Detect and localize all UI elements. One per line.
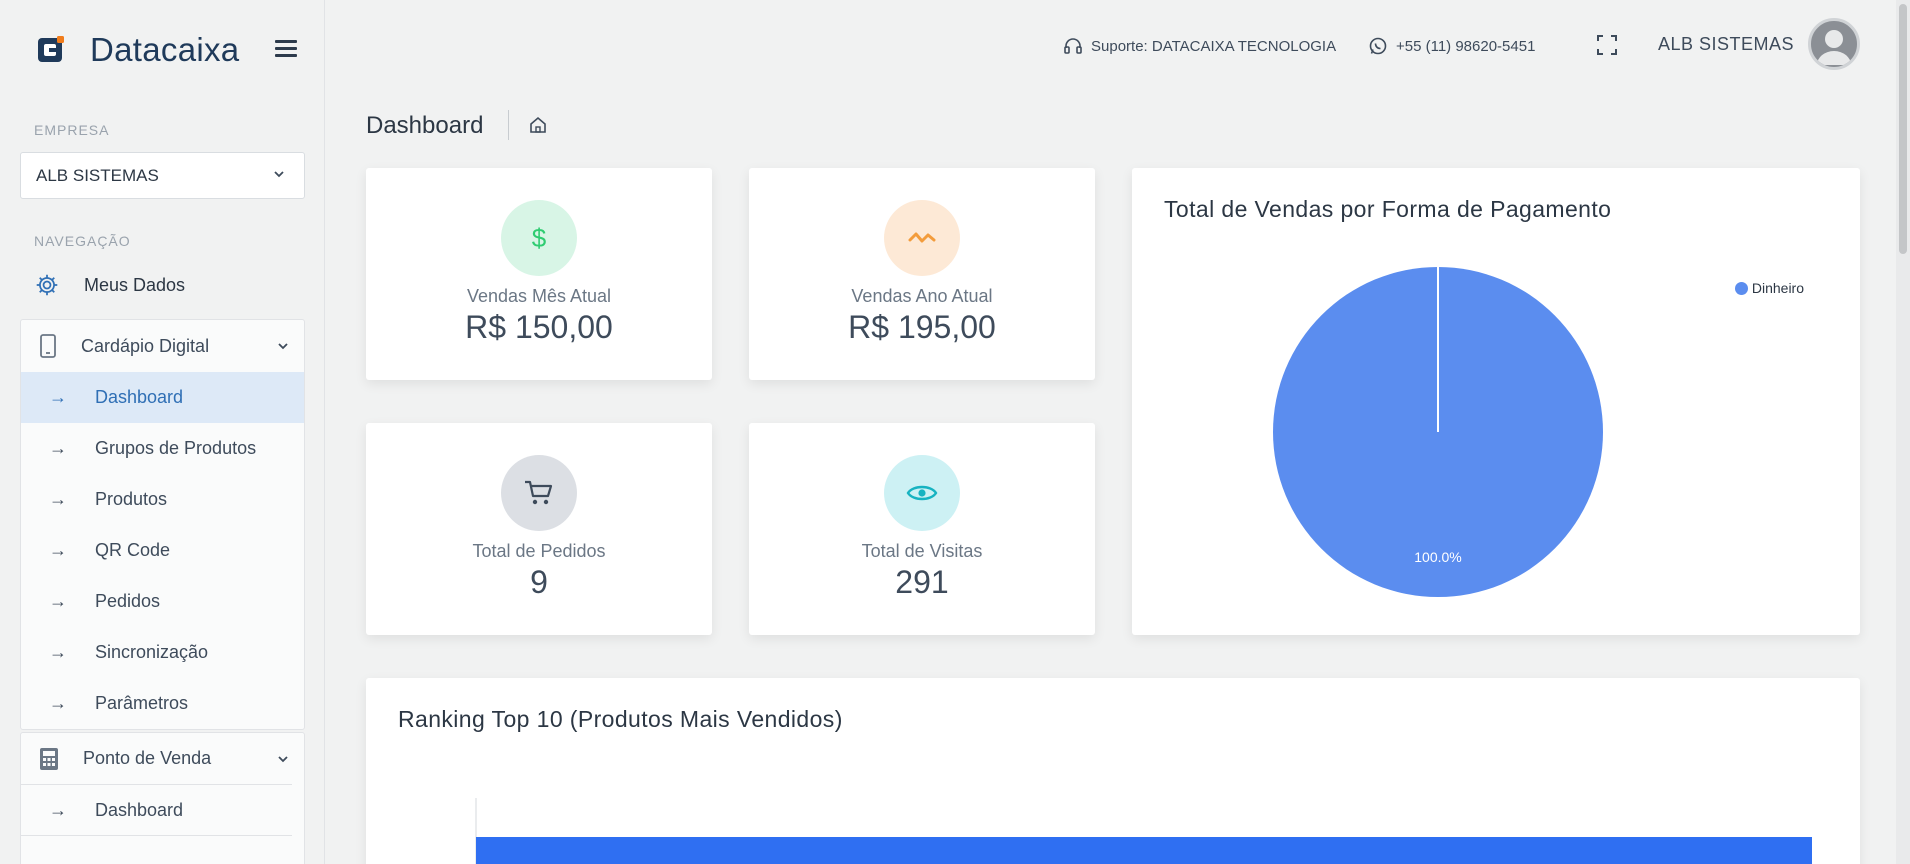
- sidebar-item-grupos-produtos[interactable]: → Grupos de Produtos: [21, 423, 304, 474]
- stat-label: Vendas Mês Atual: [466, 286, 612, 306]
- fullscreen-icon[interactable]: [1596, 34, 1618, 56]
- sidebar-item-meus-dados[interactable]: Meus Dados: [34, 272, 185, 298]
- sidebar-item-sincronizacao[interactable]: → Sincronização: [21, 627, 304, 678]
- stat-value: 9: [530, 564, 548, 600]
- sidebar-item-qr-code[interactable]: → QR Code: [21, 525, 304, 576]
- arrow-right-icon: →: [49, 799, 67, 820]
- title-divider: [508, 110, 509, 140]
- svg-text:$: $: [532, 223, 547, 253]
- support-text: Suporte: DATACAIXA TECNOLOGIA: [1091, 37, 1337, 55]
- pdv-group-header[interactable]: Ponto de Venda: [21, 733, 292, 785]
- stat-value: R$ 195,00: [848, 309, 996, 345]
- arrow-right-icon: →: [49, 642, 67, 662]
- scrollbar-thumb[interactable]: [1899, 4, 1907, 254]
- cardapio-group: Cardápio Digital → Dashboard → Grupos de…: [20, 319, 305, 730]
- stat-card-vendas-mes: $ Vendas Mês Atual R$ 150,00: [366, 168, 712, 380]
- sidebar: Datacaixa EMPRESA ALB SISTEMAS NAVEGAÇÃO…: [0, 0, 325, 864]
- ranking-chart-card: Ranking Top 10 (Produtos Mais Vendidos): [366, 678, 1860, 864]
- support-link[interactable]: Suporte: DATACAIXA TECNOLOGIA: [1063, 36, 1336, 56]
- user-name[interactable]: ALB SISTEMAS: [1658, 34, 1794, 55]
- sidebar-item-pedidos[interactable]: → Pedidos: [21, 576, 304, 627]
- menu-toggle-icon[interactable]: [275, 40, 297, 60]
- cardapio-group-header[interactable]: Cardápio Digital: [21, 320, 304, 372]
- cardapio-group-title: Cardápio Digital: [81, 335, 210, 356]
- pie-slice[interactable]: [1273, 267, 1603, 597]
- arrow-right-icon: →: [49, 438, 67, 458]
- stat-label: Total de Visitas: [861, 541, 983, 561]
- arrow-right-icon: →: [49, 489, 67, 509]
- arrow-right-icon: →: [49, 540, 67, 560]
- sidebar-item-pdv-dashboard[interactable]: → Dashboard: [21, 785, 292, 836]
- pie-legend[interactable]: Dinheiro: [1734, 280, 1804, 296]
- pie-data-label: 100.0%: [1414, 549, 1461, 565]
- arrow-right-icon: →: [49, 591, 67, 611]
- smartphone-icon: [40, 334, 56, 358]
- stat-label: Vendas Ano Atual: [851, 286, 993, 306]
- phone-text: +55 (11) 98620-5451: [1396, 37, 1536, 55]
- empresa-select-value: ALB SISTEMAS: [36, 165, 159, 185]
- datacaixa-logo-icon: [38, 36, 64, 62]
- pie-chart-title: Total de Vendas por Forma de Pagamento: [1164, 196, 1612, 222]
- sidebar-item-produtos[interactable]: → Produtos: [21, 474, 304, 525]
- chevron-down-icon: [278, 343, 288, 350]
- page-title: Dashboard: [366, 112, 484, 139]
- ranking-bar-chart: [475, 798, 1812, 864]
- page-scrollbar[interactable]: [1896, 0, 1910, 864]
- brand-name: Datacaixa: [90, 31, 240, 68]
- gear-icon: [36, 274, 58, 296]
- sidebar-item-label: Dashboard: [95, 387, 184, 407]
- sidebar-item-label: Produtos: [95, 489, 168, 509]
- avatar[interactable]: [1808, 18, 1860, 70]
- chevron-down-icon: [274, 171, 284, 178]
- sidebar-item-label: Sincronização: [95, 642, 209, 662]
- whatsapp-link[interactable]: +55 (11) 98620-5451: [1368, 36, 1535, 56]
- empresa-select[interactable]: ALB SISTEMAS: [20, 152, 305, 199]
- eye-icon: [884, 455, 960, 531]
- activity-icon: [884, 200, 960, 276]
- arrow-right-icon: →: [49, 387, 67, 407]
- nav-label: NAVEGAÇÃO: [34, 233, 131, 249]
- pie-chart-card: Total de Vendas por Forma de Pagamento D…: [1132, 168, 1860, 635]
- ranking-bar[interactable]: [476, 837, 1812, 864]
- sidebar-item-label: Dashboard: [95, 799, 184, 820]
- empresa-label: EMPRESA: [34, 122, 110, 138]
- calculator-icon: [40, 747, 58, 770]
- arrow-right-icon: →: [49, 693, 67, 713]
- sidebar-item-dashboard[interactable]: → Dashboard: [21, 372, 304, 423]
- whatsapp-icon: [1369, 37, 1387, 55]
- home-icon[interactable]: [528, 115, 548, 135]
- dollar-icon: $: [501, 200, 577, 276]
- headphones-icon: [1064, 38, 1082, 54]
- stat-card-total-pedidos: Total de Pedidos 9: [366, 423, 712, 635]
- stat-label: Total de Pedidos: [472, 541, 606, 561]
- brand[interactable]: Datacaixa: [36, 30, 239, 70]
- stat-card-vendas-ano: Vendas Ano Atual R$ 195,00: [749, 168, 1095, 380]
- cart-icon: [501, 455, 577, 531]
- sidebar-item-parametros[interactable]: → Parâmetros: [21, 678, 304, 729]
- chevron-down-icon: [278, 756, 288, 763]
- pdv-group-title: Ponto de Venda: [83, 748, 212, 768]
- stat-value: 291: [895, 564, 949, 600]
- sidebar-item-label: Parâmetros: [95, 693, 189, 713]
- sidebar-item-label: Meus Dados: [84, 274, 186, 295]
- sidebar-item-label: QR Code: [95, 540, 171, 560]
- legend-swatch: [1734, 281, 1748, 295]
- stat-card-total-visitas: Total de Visitas 291: [749, 423, 1095, 635]
- stat-value: R$ 150,00: [465, 309, 613, 345]
- user-icon: [1817, 30, 1851, 65]
- pdv-group: Ponto de Venda → Dashboard: [20, 732, 305, 864]
- pie-chart: 100.0%: [1273, 267, 1603, 597]
- sidebar-item-label: Pedidos: [95, 591, 161, 611]
- sidebar-item-label: Grupos de Produtos: [95, 438, 257, 458]
- legend-label: Dinheiro: [1751, 280, 1804, 296]
